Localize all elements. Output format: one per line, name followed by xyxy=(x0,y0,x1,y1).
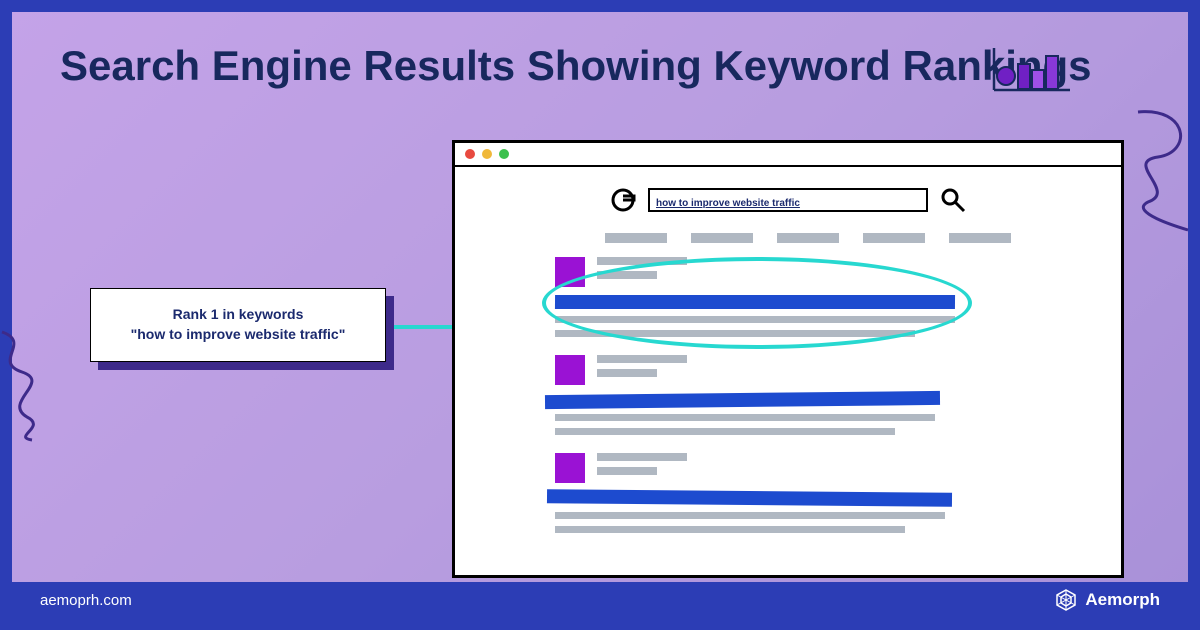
google-logo-icon xyxy=(610,187,636,213)
result-url xyxy=(597,467,657,475)
result-favicon-icon xyxy=(555,355,585,385)
result-site-name xyxy=(597,355,687,363)
result-url xyxy=(597,369,657,377)
footer-url: aemoprh.com xyxy=(40,592,132,609)
search-icon[interactable] xyxy=(940,187,966,213)
result-title-link[interactable] xyxy=(545,391,940,409)
search-result-2 xyxy=(555,355,1121,435)
maximize-dot-icon xyxy=(499,149,509,159)
brand: Aemorph xyxy=(1055,589,1160,611)
search-tabs xyxy=(605,233,1121,243)
tab-item[interactable] xyxy=(691,233,753,243)
bar-chart-icon xyxy=(992,46,1072,92)
search-input[interactable]: how to improve website traffic xyxy=(648,188,928,212)
result-favicon-icon xyxy=(555,453,585,483)
result-snippet xyxy=(555,316,955,323)
result-favicon-icon xyxy=(555,257,585,287)
search-results xyxy=(555,257,1121,533)
search-row: how to improve website traffic xyxy=(455,187,1121,213)
tab-item[interactable] xyxy=(863,233,925,243)
callout-line-2: "how to improve website traffic" xyxy=(131,325,346,345)
decorative-squiggle-left xyxy=(0,322,62,442)
minimize-dot-icon xyxy=(482,149,492,159)
search-result-1 xyxy=(555,257,1121,337)
result-snippet xyxy=(555,526,905,533)
result-site-name xyxy=(597,257,687,265)
result-site-name xyxy=(597,453,687,461)
result-snippet xyxy=(555,330,915,337)
browser-window: how to improve website traffic xyxy=(452,140,1124,578)
browser-titlebar xyxy=(455,143,1121,167)
tab-item[interactable] xyxy=(777,233,839,243)
brand-name: Aemorph xyxy=(1085,590,1160,610)
rank-callout: Rank 1 in keywords "how to improve websi… xyxy=(90,288,386,362)
decorative-squiggle-right xyxy=(1118,102,1200,232)
footer-bar: aemoprh.com Aemorph xyxy=(12,582,1188,618)
tab-item[interactable] xyxy=(949,233,1011,243)
tab-item[interactable] xyxy=(605,233,667,243)
brand-logo-icon xyxy=(1055,589,1077,611)
result-snippet xyxy=(555,428,895,435)
result-url xyxy=(597,271,657,279)
close-dot-icon xyxy=(465,149,475,159)
result-snippet xyxy=(555,512,945,519)
result-snippet xyxy=(555,414,935,421)
callout-line-1: Rank 1 in keywords xyxy=(173,305,304,325)
search-result-3 xyxy=(555,453,1121,533)
result-title-link[interactable] xyxy=(547,489,952,507)
result-title-link[interactable] xyxy=(555,295,955,309)
page-title: Search Engine Results Showing Keyword Ra… xyxy=(60,42,1092,90)
